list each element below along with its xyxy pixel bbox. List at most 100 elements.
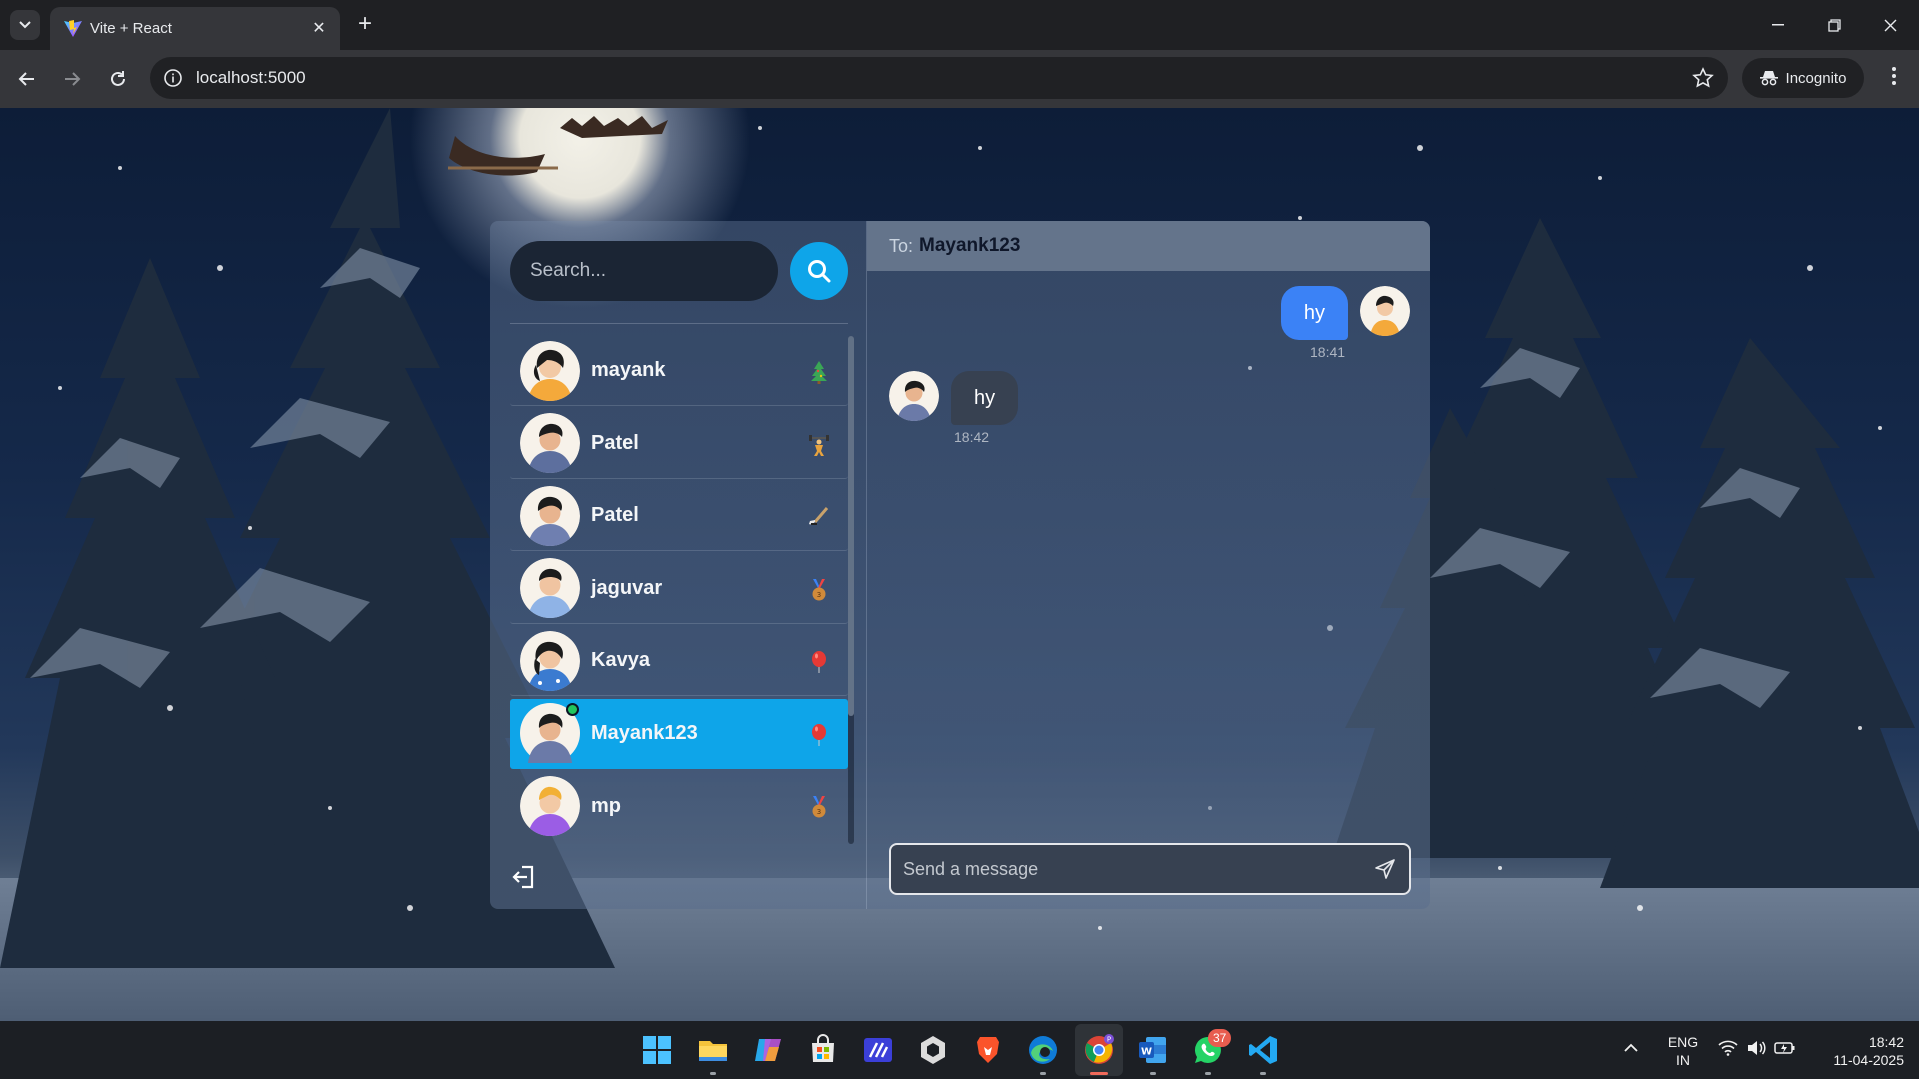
- arrow-left-icon: [18, 72, 34, 86]
- contact-item[interactable]: Kavya: [510, 626, 848, 696]
- word-icon[interactable]: W: [1136, 1033, 1170, 1067]
- active-indicator: [1090, 1072, 1108, 1075]
- windows-taskbar: P W 37 ENG IN 18:42 11-04-2025: [0, 1021, 1919, 1079]
- battery-charging-icon[interactable]: [1774, 1039, 1796, 1057]
- running-indicator: [1150, 1072, 1156, 1075]
- contact-name: Patel: [591, 431, 639, 454]
- windows-start-icon[interactable]: [640, 1033, 674, 1067]
- balloon-icon: [812, 651, 826, 673]
- search-icon: [808, 260, 831, 283]
- balloon-icon: [812, 723, 826, 746]
- message-outgoing: hy: [1280, 286, 1410, 340]
- running-indicator: [1040, 1072, 1046, 1075]
- edge-browser-icon[interactable]: [1026, 1033, 1060, 1067]
- close-tab-icon[interactable]: ✕: [308, 17, 330, 39]
- vite-logo-icon: [64, 20, 82, 37]
- browser-toolbar: localhost:5000 Incognito: [0, 50, 1919, 108]
- incognito-label: Incognito: [1785, 69, 1847, 87]
- avatar: [1360, 286, 1410, 336]
- minimize-icon: [1772, 24, 1784, 26]
- message-composer: [889, 843, 1411, 895]
- clock[interactable]: 18:42 11-04-2025: [1812, 1033, 1904, 1069]
- clock-time: 18:42: [1868, 1034, 1904, 1050]
- avatar: [520, 703, 580, 763]
- avatar: [520, 630, 580, 691]
- avatar: [520, 558, 580, 618]
- contact-name: mayank: [591, 359, 666, 381]
- show-hidden-icons-chevron-icon[interactable]: [1623, 1041, 1639, 1053]
- running-indicator: [1205, 1072, 1211, 1075]
- reload-icon: [111, 71, 125, 86]
- bookmark-star-icon[interactable]: [1692, 67, 1714, 89]
- contact-name: Kavya: [591, 649, 650, 671]
- forward-button[interactable]: [56, 63, 88, 95]
- address-bar[interactable]: localhost:5000: [150, 57, 1728, 99]
- contact-list-scrollbar[interactable]: [848, 336, 854, 844]
- svg-text:3: 3: [817, 808, 821, 816]
- message-incoming: hy: [889, 371, 1019, 425]
- message-bubble: hy: [951, 371, 1019, 425]
- contact-name: Patel: [591, 504, 639, 526]
- contact-item[interactable]: Patel: [510, 481, 848, 551]
- chat-header: To: Mayank123: [867, 221, 1430, 271]
- browser-menu-button[interactable]: [1880, 64, 1908, 94]
- send-icon[interactable]: [1373, 857, 1397, 881]
- unity-hub-icon[interactable]: [916, 1033, 950, 1067]
- incognito-indicator[interactable]: Incognito: [1742, 58, 1864, 98]
- logout-icon[interactable]: [510, 863, 538, 891]
- new-tab-button[interactable]: +: [352, 12, 378, 38]
- scrollbar-thumb[interactable]: [848, 336, 854, 716]
- search-button[interactable]: [790, 242, 848, 300]
- copilot-icon[interactable]: [751, 1033, 785, 1067]
- microsoft-store-icon[interactable]: [806, 1033, 840, 1067]
- contact-item[interactable]: mayank: [510, 336, 848, 406]
- region-code: IN: [1676, 1052, 1690, 1068]
- contact-name: jaguvar: [591, 576, 663, 599]
- reload-button[interactable]: [102, 63, 134, 95]
- close-icon: [1884, 19, 1896, 31]
- incognito-icon: [1759, 71, 1778, 86]
- back-button[interactable]: [11, 63, 43, 95]
- minimize-button[interactable]: [1758, 10, 1798, 40]
- chevron-down-icon: [19, 21, 31, 29]
- recipient-name: Mayank123: [919, 235, 1021, 256]
- avatar: [520, 340, 580, 401]
- tab-search-button[interactable]: [10, 10, 40, 40]
- contact-name: mp: [591, 794, 621, 817]
- message-input[interactable]: [891, 845, 1409, 893]
- wifi-icon[interactable]: [1718, 1040, 1738, 1056]
- search-form: [510, 241, 848, 301]
- contact-item[interactable]: Patel: [510, 409, 848, 479]
- chat-panel: To: Mayank123 hy 18:41 hy 18:42: [867, 221, 1430, 909]
- search-input[interactable]: [510, 241, 778, 301]
- running-indicator: [1260, 1072, 1266, 1075]
- more-vertical-icon: [1892, 67, 1896, 85]
- notification-badge: 37: [1208, 1029, 1232, 1047]
- sidebar-divider: [510, 323, 848, 324]
- contacts-sidebar: mayank Patel Patel jaguvar 3: [490, 221, 867, 909]
- site-info-icon[interactable]: [163, 68, 183, 88]
- avatar: [520, 413, 580, 473]
- contact-item[interactable]: jaguvar 3: [510, 554, 848, 624]
- contact-item[interactable]: mp 3: [510, 771, 848, 841]
- file-explorer-icon[interactable]: [696, 1033, 730, 1067]
- url-text[interactable]: localhost:5000: [196, 68, 306, 88]
- browser-tab[interactable]: Vite + React ✕: [50, 7, 340, 50]
- visual-studio-icon[interactable]: [861, 1033, 895, 1067]
- volume-icon[interactable]: [1746, 1040, 1766, 1056]
- svg-text:W: W: [1141, 1047, 1152, 1058]
- tab-title: Vite + React: [90, 20, 172, 37]
- contact-item-active[interactable]: Mayank123: [510, 698, 848, 769]
- vscode-icon[interactable]: [1246, 1033, 1280, 1067]
- close-window-button[interactable]: [1870, 10, 1910, 40]
- brave-browser-icon[interactable]: [971, 1033, 1005, 1067]
- chrome-browser-icon[interactable]: P: [1082, 1033, 1116, 1067]
- bronze-medal-icon: 3: [812, 578, 826, 600]
- language-indicator[interactable]: ENG IN: [1665, 1033, 1701, 1069]
- arrow-right-icon: [65, 72, 81, 86]
- weightlifter-icon: [809, 434, 829, 456]
- contact-name: Mayank123: [591, 721, 698, 744]
- restore-button[interactable]: [1814, 10, 1854, 40]
- bronze-medal-icon: 3: [812, 796, 826, 818]
- restore-icon: [1827, 18, 1841, 32]
